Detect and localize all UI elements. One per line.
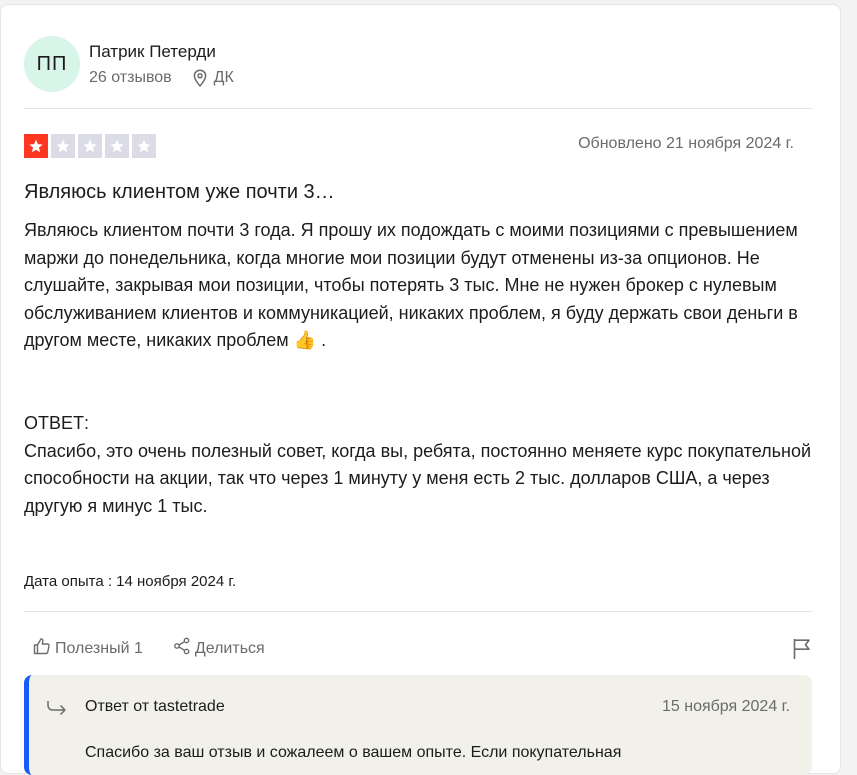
reviewer-meta: 26 отзывов ДК [89,69,234,87]
reply-arrow-icon [46,699,68,722]
reviews-count: 26 отзывов [89,68,172,86]
helpful-label: Полезный 1 [55,639,143,657]
footer-divider [24,611,812,612]
reviewer-name[interactable]: Патрик Петерди [89,42,234,62]
star-icon [78,134,102,158]
review-card: ПП Патрик Петерди 26 отзывов ДК Обновлен… [0,4,841,775]
header-divider [24,108,812,109]
star-icon [132,134,156,158]
updated-date: Обновлено 21 ноября 2024 г. [578,135,794,152]
star-icon [51,134,75,158]
star-icon [105,134,129,158]
company-reply: Ответ от tastetrade 15 ноября 2024 г. Сп… [24,675,812,775]
flag-icon[interactable] [792,638,812,665]
reply-author: Ответ от tastetrade [85,698,225,715]
experience-date: Дата опыта : 14 ноября 2024 г. [24,573,237,590]
reviewer-header: ПП Патрик Петерди 26 отзывов ДК [24,36,234,92]
reviewer-country: ДК [213,68,234,86]
reply-date: 15 ноября 2024 г. [662,698,790,715]
review-actions: Полезный 1 Делиться [33,637,265,660]
review-body: Являюсь клиентом почти 3 года. Я прошу и… [24,220,812,516]
thumbs-up-icon [33,637,55,660]
review-title[interactable]: Являюсь клиентом уже почти 3… [24,181,335,204]
star-icon [24,134,48,158]
share-icon [173,637,195,660]
location-pin-icon [192,68,208,87]
reply-text: Спасибо за ваш отзыв и сожалеем о вашем … [85,744,622,761]
share-label: Делиться [194,639,265,657]
helpful-button[interactable]: Полезный 1 [33,637,143,660]
reviewer-info: Патрик Петерди 26 отзывов ДК [89,42,234,87]
share-button[interactable]: Делиться [173,637,265,660]
avatar[interactable]: ПП [24,36,80,92]
star-rating [24,134,156,158]
